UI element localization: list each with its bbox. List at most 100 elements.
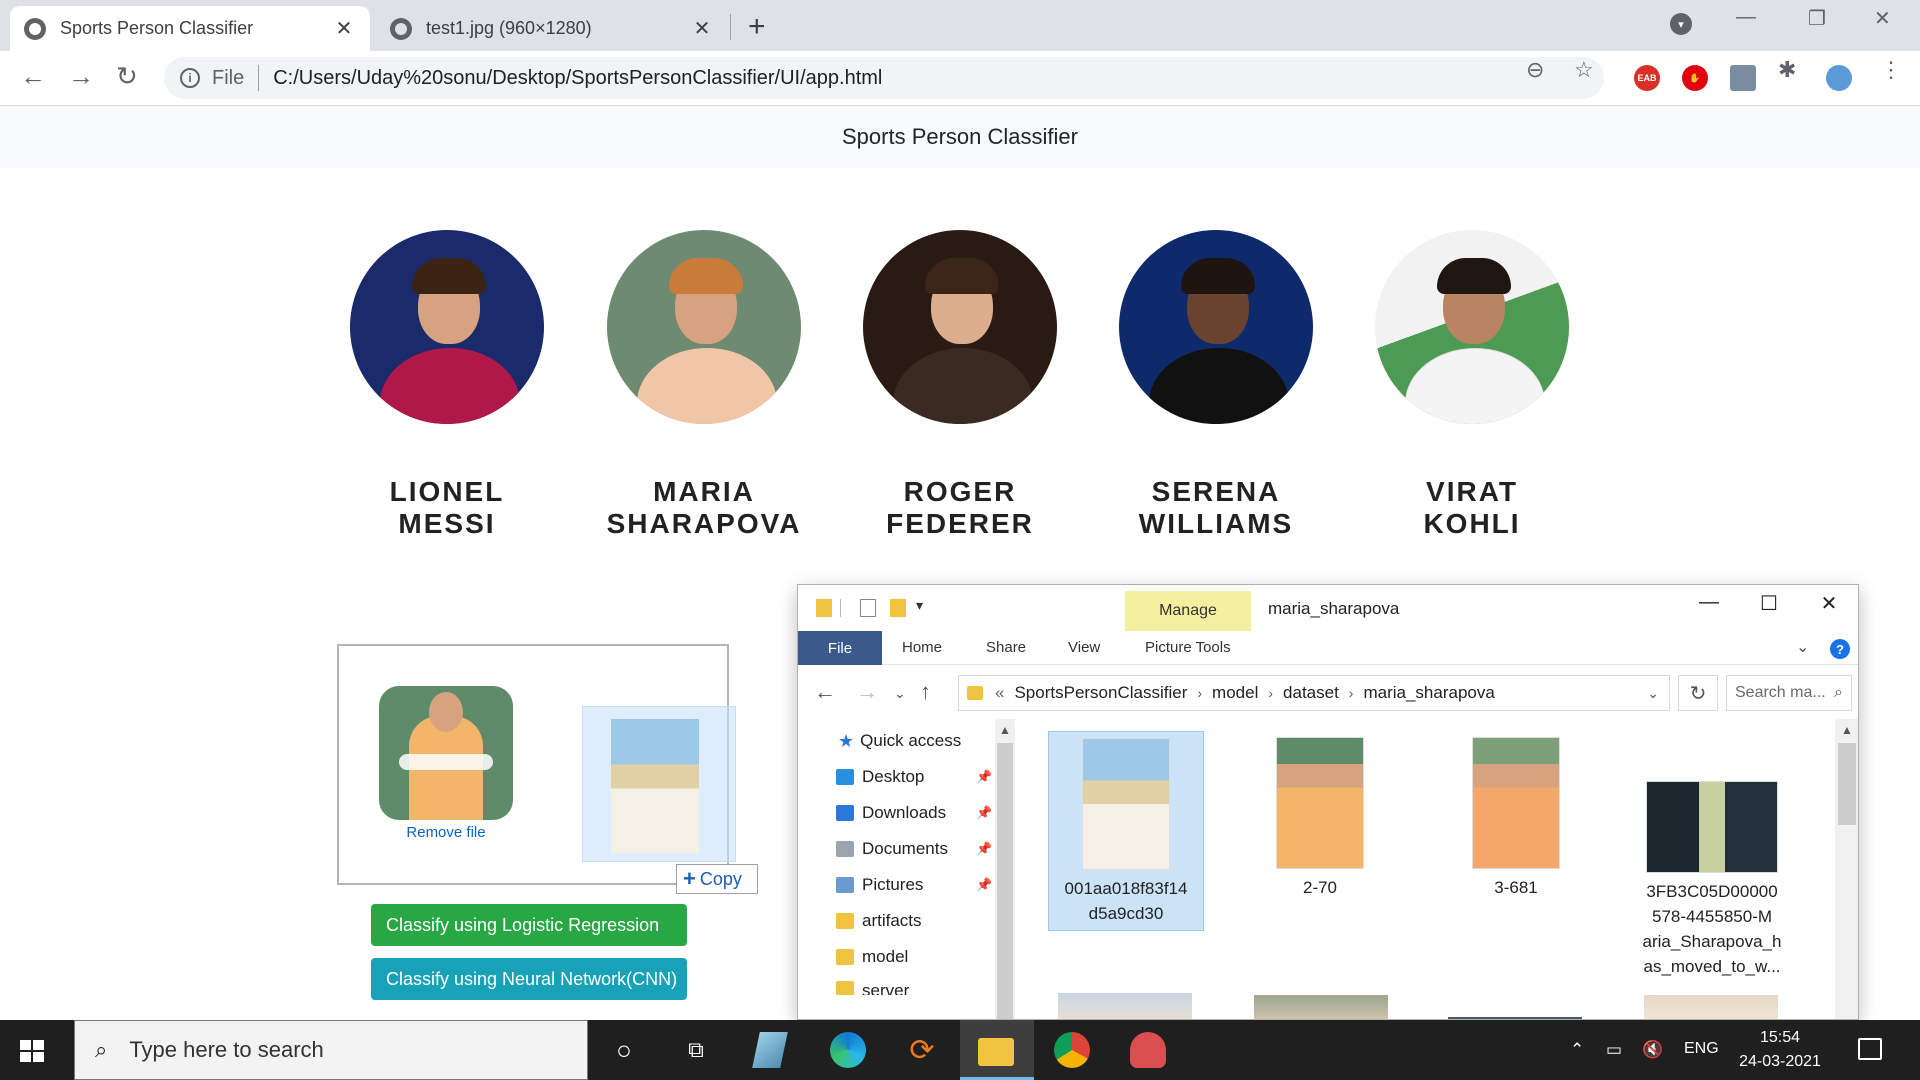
image-thumbnail[interactable] [1644,995,1778,1019]
expand-ribbon-icon[interactable]: ⌄ [1796,637,1809,657]
chevron-down-icon[interactable]: ⌄ [1647,685,1659,702]
ribbon-tab-view[interactable]: View [1068,639,1100,656]
jupyter-icon[interactable]: ⟳ [904,1032,940,1068]
chevron-right-icon[interactable]: › [1197,685,1202,701]
explorer-address-bar[interactable]: « SportsPersonClassifier › model › datas… [958,675,1670,711]
close-window-icon[interactable]: ✕ [1804,591,1854,616]
help-icon[interactable]: ? [1830,639,1850,659]
file-item[interactable]: 2-70 [1242,731,1398,900]
task-view-icon[interactable]: ⧉ [678,1032,714,1068]
image-thumbnail[interactable] [1254,995,1388,1019]
profile-avatar[interactable] [1826,65,1852,91]
chevron-right-icon[interactable]: › [1349,685,1354,701]
cortana-icon[interactable]: ○ [606,1032,642,1068]
snip-app-icon[interactable] [752,1032,788,1068]
explorer-search-input[interactable]: Search ma... ⌕ [1726,675,1852,711]
ribbon-tab-home[interactable]: Home [902,639,942,656]
taskbar-search-input[interactable]: ⌕ Type here to search [74,1020,588,1080]
tab-sports-person-classifier[interactable]: Sports Person Classifier ✕ [10,6,370,51]
eab-extension-icon[interactable]: EAB [1634,65,1660,91]
ribbon-tab-picture-tools[interactable]: Picture Tools [1145,639,1231,656]
up-folder-icon[interactable]: ↑ [920,679,931,705]
edge-browser-icon[interactable] [830,1032,866,1068]
close-tab-icon[interactable]: ✕ [332,16,356,41]
pin-icon[interactable]: 📌 [976,877,992,893]
nav-item-pictures[interactable]: Pictures [836,873,923,897]
refresh-icon[interactable]: ↻ [1678,675,1718,711]
breadcrumb-overflow[interactable]: « [995,683,1004,703]
system-clock[interactable]: 15:54 24-03-2021 [1730,1026,1830,1074]
file-item[interactable]: 3-681 [1438,731,1594,900]
pin-icon[interactable]: 📌 [976,769,992,785]
file-explorer-window: ▾ Manage maria_sharapova — ☐ ✕ File Home… [797,584,1859,1020]
breadcrumb-model[interactable]: model [1212,683,1258,703]
properties-icon[interactable] [860,599,876,617]
classify-cnn-button[interactable]: Classify using Neural Network(CNN) [371,958,687,1000]
new-folder-icon[interactable] [890,599,906,617]
recent-locations-icon[interactable]: ⌄ [894,685,906,702]
breadcrumb-sportspersonclassifier[interactable]: SportsPersonClassifier [1014,683,1187,703]
maximize-icon[interactable]: ☐ [1744,591,1794,616]
file-item[interactable]: 001aa018f83f14 d5a9cd30 [1048,731,1204,931]
notification-center-icon[interactable] [1858,1038,1882,1060]
file-item[interactable]: 3FB3C05D00000 578-4455850-M aria_Sharapo… [1634,731,1790,979]
nav-item-model[interactable]: model [836,945,908,969]
file-list-scrollbar[interactable]: ▲ [1835,719,1858,1019]
reload-icon[interactable]: ↻ [116,61,138,92]
language-indicator[interactable]: ENG [1684,1040,1719,1058]
file-explorer-icon[interactable] [978,1038,1014,1066]
forward-icon[interactable]: → [68,61,94,92]
close-tab-icon[interactable]: ✕ [690,16,714,41]
windows-start-icon[interactable] [20,1040,44,1062]
tab-search-icon[interactable]: ▾ [1670,13,1692,35]
scroll-up-icon[interactable]: ▲ [1835,723,1858,737]
chrome-menu-icon[interactable]: ⋮ [1880,57,1902,83]
back-icon[interactable]: ← [814,679,836,705]
scrollbar-thumb[interactable] [1838,743,1856,825]
forward-icon[interactable]: → [856,679,878,705]
battery-icon[interactable]: ▭ [1606,1040,1622,1060]
adblock-icon[interactable]: ✋ [1682,65,1708,91]
scrollbar-thumb[interactable] [997,743,1013,1019]
minimize-icon[interactable]: — [1684,591,1734,614]
url-text[interactable]: C:/Users/Uday%20sonu/Desktop/SportsPerso… [273,67,882,90]
paint-app-icon[interactable] [1130,1032,1166,1068]
nav-item-quick-access[interactable]: ★ Quick access [838,729,961,753]
customize-toolbar-icon[interactable]: ▾ [916,597,923,614]
classify-logistic-button[interactable]: Classify using Logistic Regression [371,904,687,946]
tab-test1-jpg[interactable]: test1.jpg (960×1280) ✕ [376,6,728,51]
pin-icon[interactable]: 📌 [976,805,992,821]
pin-icon[interactable]: 📌 [976,841,992,857]
globe-icon [24,17,46,40]
nav-item-server[interactable]: server [836,981,909,995]
scroll-up-icon[interactable]: ▲ [995,723,1015,737]
extensions-puzzle-icon[interactable]: ✱ [1778,57,1796,83]
bookmark-star-icon[interactable]: ☆ [1574,57,1594,83]
zoom-icon[interactable]: ⊖ [1526,57,1544,83]
image-thumbnail[interactable] [1058,993,1192,1019]
nav-item-artifacts[interactable]: artifacts [836,909,922,933]
manage-tab[interactable]: Manage [1125,591,1251,631]
nav-pane-scrollbar[interactable]: ▲ [995,719,1015,1019]
close-window-icon[interactable]: ✕ [1874,6,1891,31]
restore-icon[interactable]: ❐ [1808,6,1826,31]
breadcrumb-maria-sharapova[interactable]: maria_sharapova [1363,683,1494,703]
new-tab-button[interactable]: + [748,10,766,44]
breadcrumb-dataset[interactable]: dataset [1283,683,1339,703]
ribbon-tab-file[interactable]: File [798,631,882,665]
nav-item-documents[interactable]: Documents [836,837,948,861]
image-extension-icon[interactable] [1730,65,1756,91]
remove-file-link[interactable]: Remove file [377,824,515,841]
minimize-icon[interactable]: — [1736,6,1756,29]
site-info-icon[interactable]: i [180,68,200,88]
chevron-right-icon[interactable]: › [1268,685,1273,701]
show-hidden-icons-icon[interactable]: ⌃ [1570,1040,1584,1060]
nav-item-downloads[interactable]: Downloads [836,801,946,825]
address-bar[interactable]: i File C:/Users/Uday%20sonu/Desktop/Spor… [164,57,1604,99]
back-icon[interactable]: ← [20,61,46,92]
folder-icon [967,686,983,700]
nav-item-desktop[interactable]: Desktop [836,765,924,789]
chrome-icon[interactable] [1054,1032,1090,1068]
speaker-muted-icon[interactable]: 🔇 [1642,1040,1663,1060]
ribbon-tab-share[interactable]: Share [986,639,1026,656]
